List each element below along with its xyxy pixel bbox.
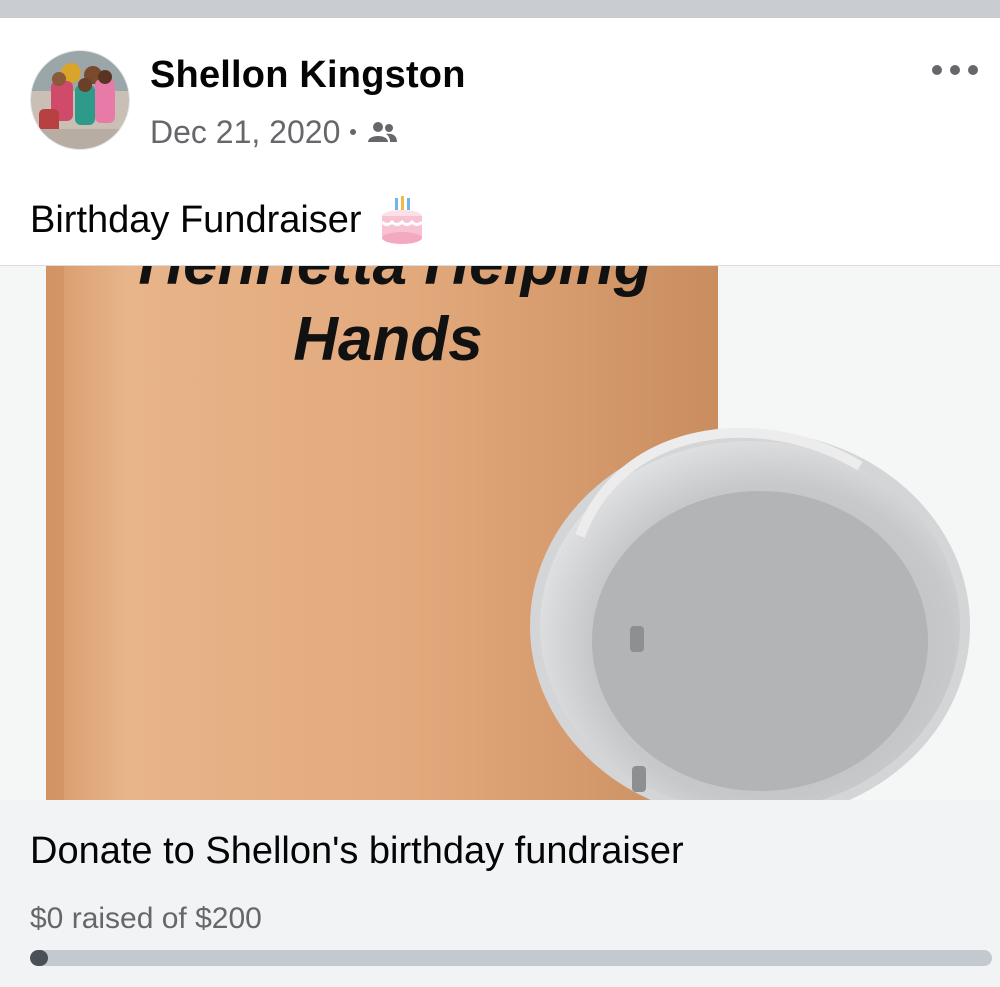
- separator-dot: [350, 129, 357, 135]
- fundraiser-title[interactable]: Donate to Shellon's birthday fundraiser: [30, 830, 684, 873]
- author-name[interactable]: Shellon Kingston: [150, 54, 466, 97]
- fundraiser-image[interactable]: Henrietta Helping Hands: [0, 266, 1000, 800]
- fundraiser-card[interactable]: Donate to Shellon's birthday fundraiser …: [0, 800, 1000, 987]
- post-text: Birthday Fundraiser: [30, 194, 428, 246]
- post-meta: Dec 21, 2020: [150, 112, 398, 152]
- avatar[interactable]: [30, 50, 130, 150]
- friends-icon[interactable]: [366, 121, 398, 143]
- more-dot: [950, 65, 960, 75]
- birthday-cake-icon: [380, 196, 423, 244]
- image-caption-line2: Hands: [293, 305, 482, 374]
- post-text-content: Birthday Fundraiser: [30, 198, 362, 241]
- more-options-icon[interactable]: [932, 62, 978, 78]
- top-strip: [0, 0, 1000, 18]
- more-dot: [968, 65, 978, 75]
- post-date[interactable]: Dec 21, 2020: [150, 114, 340, 151]
- image-caption-line1: Henrietta Helping: [138, 266, 651, 298]
- more-dot: [932, 65, 942, 75]
- progress-fill: [30, 950, 48, 966]
- fundraiser-progress-text: $0 raised of $200: [30, 902, 262, 935]
- progress-bar: [30, 950, 992, 966]
